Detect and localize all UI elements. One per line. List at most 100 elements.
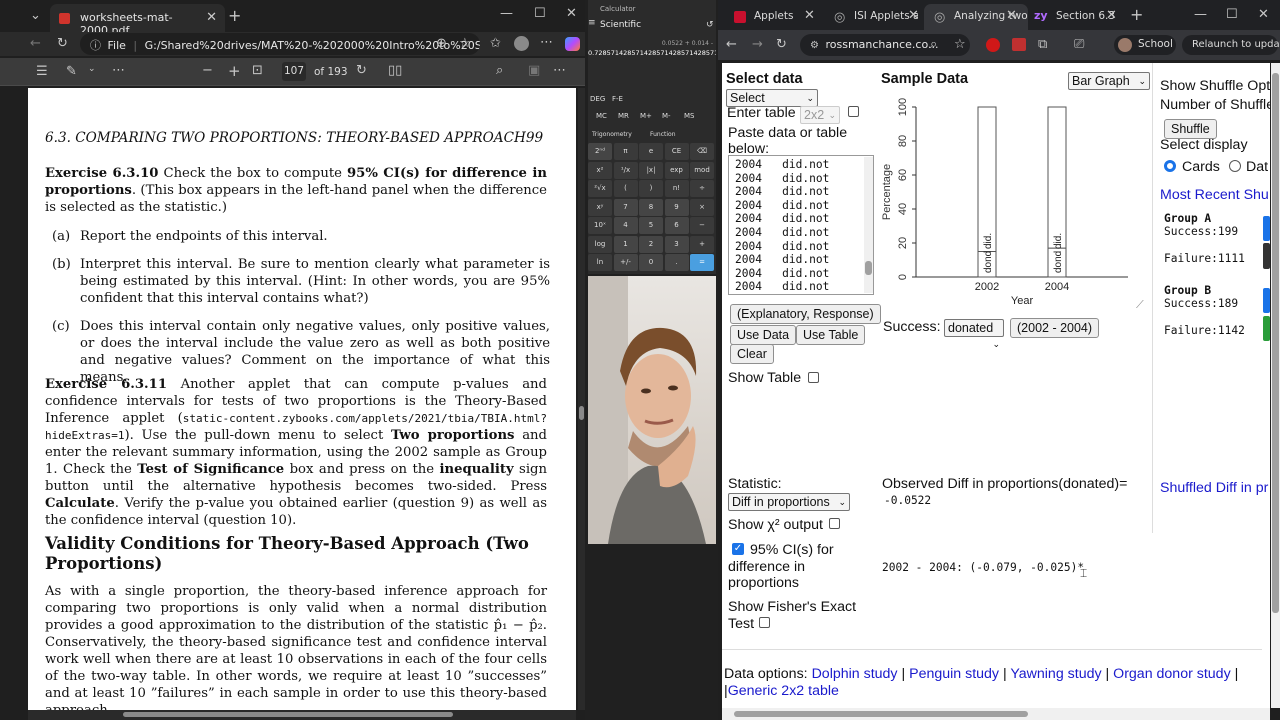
draw-dropdown-icon[interactable]: ⌄ (88, 64, 96, 74)
cast-icon[interactable]: ⎚ (1074, 37, 1084, 52)
calc-key[interactable]: exp (664, 161, 689, 179)
calc-key[interactable]: ( (613, 180, 638, 197)
data-option-link[interactable]: Yawning study (1010, 666, 1101, 682)
calc-key[interactable]: ⌫ (690, 143, 714, 160)
calc-key[interactable]: 10ˣ (588, 217, 612, 234)
close-window-icon[interactable]: ✕ (566, 6, 577, 21)
statistic-select[interactable]: Diff in proportions ⌄ (728, 493, 850, 511)
close-window-icon[interactable]: ✕ (1258, 7, 1269, 22)
data-option-link[interactable]: Penguin study (909, 666, 999, 682)
use-table-button[interactable]: Use Table (796, 325, 866, 345)
relaunch-button[interactable]: Relaunch to update (1182, 35, 1280, 55)
calc-key[interactable]: = (690, 254, 714, 271)
draw-icon[interactable]: ✎ (66, 64, 77, 79)
calc-key[interactable]: ²√x (588, 180, 612, 197)
refresh-icon[interactable]: ↻ (57, 36, 68, 51)
page-hscroll-thumb[interactable] (734, 711, 1028, 717)
zoom-icon[interactable]: ⊕ (436, 36, 447, 51)
clear-button[interactable]: Clear (730, 344, 774, 364)
memory-button[interactable]: M- (662, 112, 671, 120)
pdf-vertical-scrollbar[interactable] (578, 88, 585, 710)
calc-key[interactable]: 2ⁿᵈ (588, 143, 612, 160)
page-number-input[interactable]: 107 (282, 62, 306, 81)
save-icon[interactable]: ▣ (528, 63, 540, 78)
tab-menu-chevron-icon[interactable]: ⌄ (30, 8, 41, 23)
use-data-button[interactable]: Use Data (730, 325, 797, 345)
back-icon[interactable]: ← (30, 36, 41, 51)
shuffle-button[interactable]: Shuffle (1164, 119, 1217, 139)
back-icon[interactable]: ← (726, 37, 737, 52)
favorite-star-icon[interactable]: ☆ (459, 36, 471, 51)
calc-key[interactable]: mod (690, 161, 714, 179)
extensions-puzzle-icon[interactable]: ⧉ (1038, 37, 1047, 52)
cards-radio[interactable] (1164, 160, 1176, 172)
memory-button[interactable]: MR (618, 112, 629, 120)
pdf-horizontal-scrollbar[interactable] (28, 710, 576, 720)
more-tools-icon[interactable]: ⋯ (112, 63, 125, 78)
data-textarea[interactable]: 2004 did.not 2004 did.not 2004 did.not 2004… (728, 155, 874, 295)
copilot-icon[interactable] (565, 37, 580, 51)
calc-key[interactable]: 9 (664, 198, 689, 216)
favorites-icon[interactable]: ✩ (490, 36, 501, 51)
memory-button[interactable]: M+ (640, 112, 652, 120)
forward-icon[interactable]: → (752, 37, 763, 52)
search-icon[interactable]: ⌕ (496, 63, 503, 78)
zoom-out-icon[interactable]: − (202, 63, 213, 78)
resize-handle-icon[interactable]: ⟋ (1136, 299, 1144, 312)
tab-pdf[interactable]: worksheets-mat-2000.pdf ✕ (50, 4, 225, 37)
page-scroll-thumb[interactable] (1272, 73, 1279, 613)
page-view-icon[interactable]: ▯▯ (388, 63, 402, 78)
pdf-scroll-thumb[interactable] (579, 406, 584, 420)
memory-button[interactable]: MS (684, 112, 694, 120)
calc-key[interactable]: 3 (664, 235, 689, 253)
extension-red-icon[interactable] (986, 38, 1000, 52)
minimize-icon[interactable]: — (1194, 7, 1207, 22)
group-order-button[interactable]: (2002 - 2004) (1010, 318, 1100, 338)
calc-key[interactable]: 4 (613, 217, 638, 234)
fit-page-icon[interactable]: ⊡ (252, 63, 263, 78)
calc-key[interactable]: + (690, 235, 714, 253)
calc-key[interactable]: . (664, 254, 689, 271)
close-tab-icon[interactable]: ✕ (908, 8, 919, 23)
calc-key[interactable]: ) (639, 180, 663, 197)
calc-key[interactable]: |x| (639, 161, 663, 179)
more-menu-icon[interactable]: ⋯ (540, 35, 553, 50)
pdf-more-icon[interactable]: ⋯ (553, 63, 566, 78)
fisher-checkbox[interactable] (759, 617, 770, 628)
contents-icon[interactable]: ☰ (36, 64, 48, 79)
calc-key[interactable]: x² (588, 161, 612, 179)
show-table-checkbox[interactable] (808, 372, 819, 383)
tab-isi-applets[interactable]: ◎ ISI Applets and... (824, 4, 918, 30)
calc-key[interactable]: 7 (613, 198, 638, 216)
calc-key[interactable]: 5 (639, 217, 663, 234)
calc-key[interactable]: 6 (664, 217, 689, 234)
data-radio[interactable] (1229, 160, 1241, 172)
explanatory-response-button[interactable]: (Explanatory, Response) (730, 304, 881, 324)
new-tab-icon[interactable]: + (228, 6, 241, 25)
data-option-link[interactable]: Organ donor study (1113, 666, 1231, 682)
close-tab-icon[interactable]: ✕ (1106, 8, 1117, 23)
textarea-scrollbar[interactable] (864, 157, 873, 293)
calc-key[interactable]: 1 (613, 235, 638, 253)
textarea-scroll-thumb[interactable] (865, 261, 872, 275)
history-icon[interactable]: ↺ (706, 20, 714, 30)
close-tab-icon[interactable]: ✕ (804, 8, 815, 23)
tab-section-6-3[interactable]: zy Section 6.3 - (1026, 4, 1118, 30)
calc-key[interactable]: ¹/x (613, 161, 638, 179)
calc-key[interactable]: × (690, 198, 714, 216)
menu-icon[interactable]: ≡ (588, 18, 596, 28)
calc-key[interactable]: n! (664, 180, 689, 197)
calc-key[interactable]: log (588, 235, 612, 253)
enter-table-checkbox[interactable] (848, 106, 859, 117)
data-option-link[interactable]: Generic 2x2 table (728, 683, 839, 699)
calc-key[interactable]: 8 (639, 198, 663, 216)
zoom-in-icon[interactable]: + (228, 62, 241, 80)
profile-avatar[interactable] (514, 36, 529, 51)
zoom-icon[interactable]: ⌕ (930, 37, 937, 52)
bookmark-star-icon[interactable]: ☆ (954, 37, 966, 52)
calc-key[interactable]: +/- (613, 254, 638, 271)
calc-key[interactable]: e (639, 143, 663, 160)
pdf-url-field[interactable]: ⓘ File | G:/Shared%20drives/MAT%20-%2020… (80, 33, 480, 55)
deg-button[interactable]: DEG (590, 95, 605, 103)
calc-key[interactable]: CE (664, 143, 689, 160)
